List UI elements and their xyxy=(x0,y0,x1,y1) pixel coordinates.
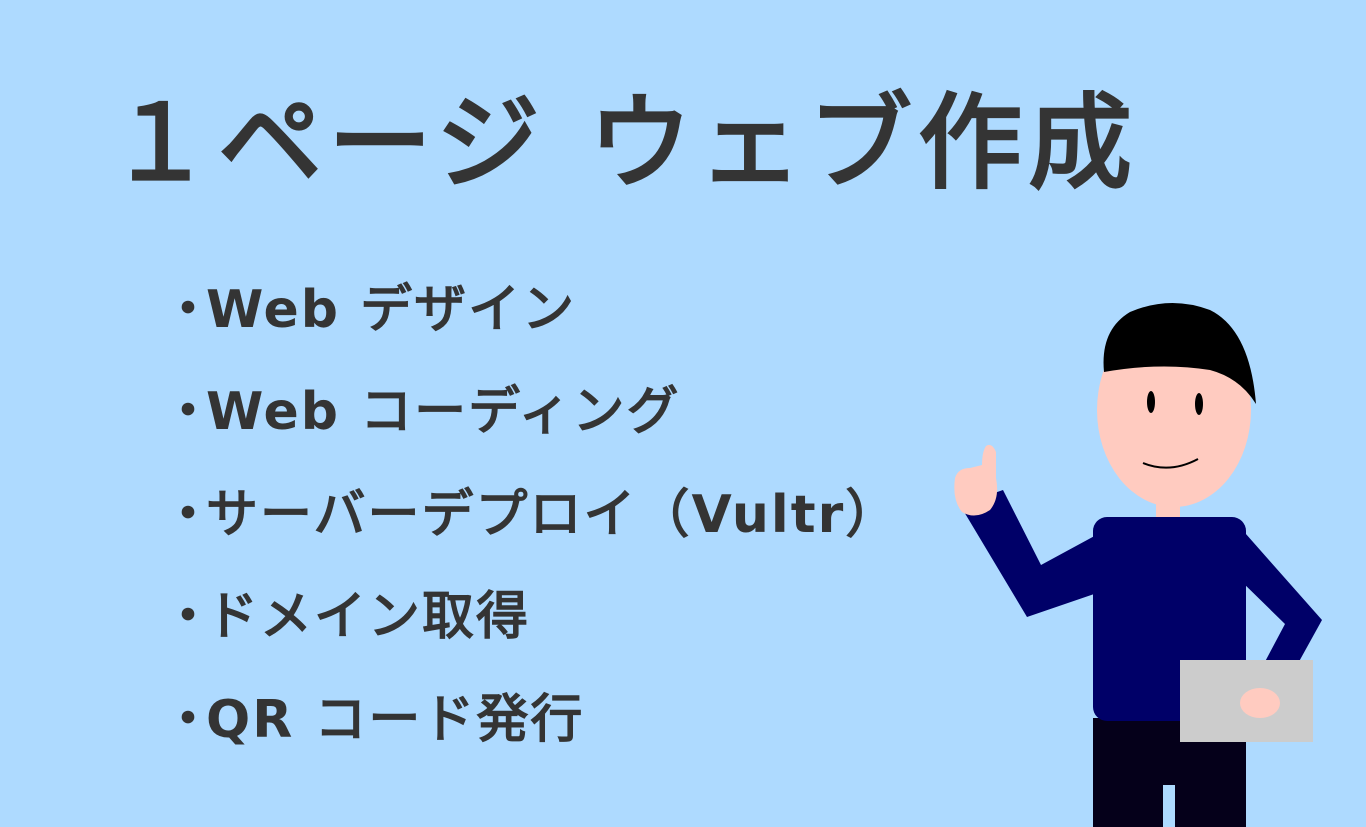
presenter-illustration xyxy=(954,302,1322,827)
list-item: ・ ドメイン取得 xyxy=(162,561,899,664)
bullet-icon: ・ xyxy=(162,587,217,648)
list-item-label: サーバーデプロイ（Vultr） xyxy=(206,484,900,545)
feature-list: ・ Web デザイン ・ Web コーディング ・ サーバーデプロイ（Vultr… xyxy=(162,253,899,766)
bullet-icon: ・ xyxy=(162,484,217,545)
page-title: １ページ ウェブ作成 xyxy=(108,82,1139,204)
list-item-label: ドメイン取得 xyxy=(206,587,531,648)
leg-gap xyxy=(1163,785,1175,827)
list-item: ・ Web コーディング xyxy=(162,356,899,459)
list-item-label: Web コーディング xyxy=(206,382,681,443)
right-eye xyxy=(1195,393,1203,415)
bullet-icon: ・ xyxy=(162,382,217,443)
bullet-icon: ・ xyxy=(162,279,217,340)
thumbs-up-hand-icon xyxy=(954,444,998,516)
list-item-label: QR コード発行 xyxy=(206,689,585,750)
left-eye xyxy=(1147,391,1155,413)
list-item: ・ Web デザイン xyxy=(162,253,899,356)
list-item: ・ サーバーデプロイ（Vultr） xyxy=(162,458,899,561)
bullet-icon: ・ xyxy=(162,689,217,750)
list-item-label: Web デザイン xyxy=(206,279,577,340)
list-item: ・ QR コード発行 xyxy=(162,663,899,766)
hand xyxy=(1240,688,1280,718)
